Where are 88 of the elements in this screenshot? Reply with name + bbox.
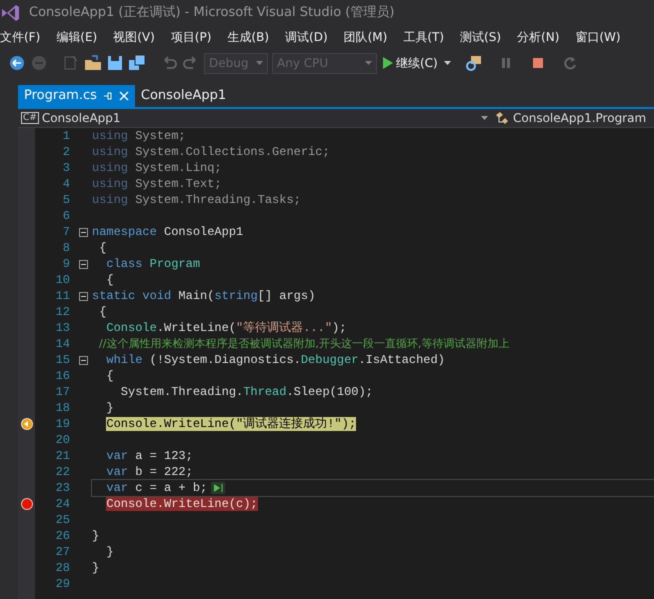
project-dropdown[interactable]: ConsoleApp1: [42, 109, 478, 127]
code-line: {: [98, 240, 106, 256]
caret-icon: [365, 61, 372, 65]
menu-item[interactable]: 团队(M): [344, 28, 388, 46]
code-line: System.Threading.Thread.Sleep(100);: [120, 384, 373, 400]
line-number: 22: [56, 465, 70, 479]
menu-item[interactable]: 文件(F): [0, 28, 40, 46]
code-line: using System.Linq;: [92, 160, 222, 176]
line-number: 26: [56, 529, 70, 543]
class-icon: [494, 111, 510, 125]
line-number: 3: [62, 161, 70, 175]
code-line: }: [105, 544, 114, 560]
menu-item[interactable]: 窗口(W): [575, 28, 621, 46]
play-icon: [383, 57, 393, 69]
code-line: }: [92, 560, 100, 576]
line-number: 29: [56, 577, 70, 591]
line-number: 7: [62, 225, 70, 239]
code-line: using System.Text;: [92, 176, 222, 192]
caret-icon[interactable]: [481, 116, 488, 120]
line-number: 1: [62, 129, 70, 143]
line-number: 25: [56, 513, 70, 527]
code-line: using System.Collections.Generic;: [92, 144, 330, 160]
code-line: using System;: [92, 128, 186, 144]
code-line: }: [105, 400, 114, 416]
line-number: 27: [56, 545, 70, 559]
line-number: 12: [56, 305, 70, 319]
code-line: static void Main(string[] args): [92, 288, 316, 304]
collapse-icon[interactable]: [79, 260, 88, 268]
line-number: 24: [56, 497, 70, 511]
line-number: 20: [56, 433, 70, 447]
menu-item[interactable]: 视图(V): [113, 28, 155, 46]
visual-studio-logo-icon: [0, 2, 20, 22]
code-line: namespace ConsoleApp1: [92, 224, 244, 240]
menu-item[interactable]: 生成(B): [227, 28, 270, 46]
line-number: 10: [56, 273, 70, 287]
save-icon[interactable]: [106, 54, 124, 72]
code-line: {: [105, 272, 114, 288]
line-number: 18: [56, 401, 70, 415]
menu-item[interactable]: 测试(S): [460, 28, 502, 46]
line-number: 11: [56, 289, 70, 303]
continue-button[interactable]: 继续(C): [381, 54, 440, 72]
line-number: 15: [56, 353, 70, 367]
code-line: {: [105, 368, 114, 384]
window-title: ConsoleApp1 (正在调试) - Microsoft Visual Studio (管理员): [29, 4, 394, 22]
csharp-icon: C#: [21, 112, 39, 124]
document-tab[interactable]: Program.cs: [18, 85, 135, 107]
code-line: var c = a + b;: [105, 480, 208, 496]
collapse-icon[interactable]: [79, 228, 88, 236]
type-dropdown[interactable]: ConsoleApp1.Program: [513, 109, 646, 127]
open-folder-icon[interactable]: [84, 54, 102, 72]
code-line: //这个属性用来检测本程序是否被调试器附加,开头这一段一直循环,等待调试器附加上: [98, 336, 510, 352]
code-line: var a = 123;: [105, 448, 193, 464]
line-number: 14: [56, 337, 70, 351]
line-number: 13: [56, 321, 70, 335]
line-number: 5: [62, 193, 70, 207]
line-number: 21: [56, 449, 70, 463]
code-line: }: [92, 528, 100, 544]
line-number: 6: [62, 209, 70, 223]
line-number: 9: [62, 257, 70, 271]
document-tab[interactable]: ConsoleApp1: [134, 85, 232, 107]
code-line: var b = 222;: [105, 464, 193, 480]
close-icon[interactable]: [118, 91, 129, 101]
run-to-click-icon[interactable]: [211, 482, 226, 494]
back-icon[interactable]: [8, 54, 26, 72]
code-line: Console.WriteLine("等待调试器...");: [105, 320, 346, 336]
line-number: 8: [62, 241, 70, 255]
code-line: class Program: [105, 256, 200, 272]
line-number: 23: [56, 481, 70, 495]
line-number: 19: [56, 417, 70, 431]
line-number: 16: [56, 369, 70, 383]
line-number: 17: [56, 385, 70, 399]
menu-item[interactable]: 编辑(E): [56, 28, 98, 46]
menu-item[interactable]: 分析(N): [517, 28, 560, 46]
menu-item[interactable]: 项目(P): [170, 28, 212, 46]
menu-item[interactable]: 调试(D): [285, 28, 328, 46]
caret-icon: [256, 61, 263, 65]
save-all-icon[interactable]: [128, 54, 146, 72]
caret-icon[interactable]: [444, 61, 451, 65]
code-line: using System.Threading.Tasks;: [92, 192, 301, 208]
collapse-icon[interactable]: [79, 292, 88, 300]
code-line: {: [98, 304, 106, 320]
code-line: while (!System.Diagnostics.Debugger.IsAttached): [105, 352, 445, 368]
line-number: 2: [62, 145, 70, 159]
collapse-icon[interactable]: [79, 356, 88, 364]
line-number: 4: [62, 177, 70, 191]
line-number: 28: [56, 561, 70, 575]
pin-icon[interactable]: [102, 91, 113, 101]
menu-item[interactable]: 工具(T): [403, 28, 444, 46]
